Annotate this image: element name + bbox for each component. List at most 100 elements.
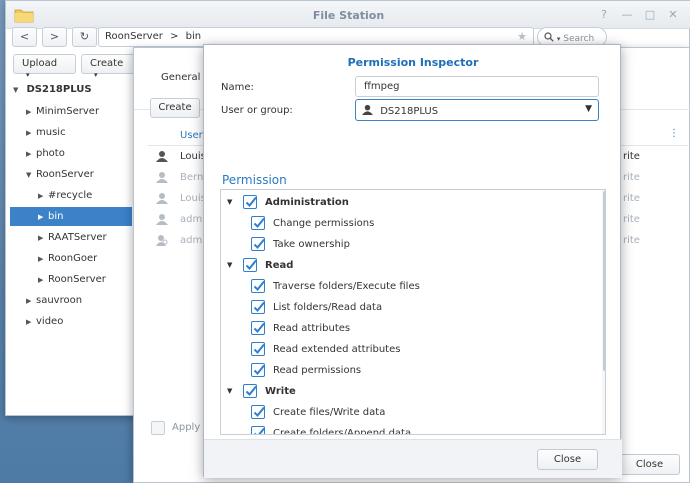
perm-item-label: Read attributes <box>273 323 351 334</box>
perm-item-read-extended-attributes[interactable]: Read extended attributes <box>251 339 591 360</box>
checkbox-checked[interactable] <box>251 342 265 356</box>
close-icon[interactable]: ✕ <box>666 8 680 22</box>
maximize-icon[interactable]: □ <box>643 8 657 22</box>
tree-item-roonserver-sub[interactable]: ▶ RoonServer <box>10 270 132 289</box>
more-icon[interactable]: ⋮ <box>669 128 679 139</box>
star-icon[interactable]: ★ <box>517 30 527 43</box>
user-icon <box>156 193 168 204</box>
row-perm: rite <box>623 151 640 162</box>
chevron-down-icon: ▾ <box>26 71 30 79</box>
minimize-icon[interactable]: — <box>620 8 634 22</box>
expand-arrow-icon[interactable]: ▼ <box>26 166 36 185</box>
expand-arrow-icon[interactable]: ▶ <box>26 145 36 164</box>
expand-arrow-icon[interactable]: ▶ <box>38 229 48 248</box>
checkbox-checked[interactable] <box>251 279 265 293</box>
expand-arrow-icon[interactable]: ▶ <box>26 124 36 143</box>
checkbox-checked[interactable] <box>251 216 265 230</box>
checkbox-checked[interactable] <box>251 237 265 251</box>
permission-inspector-dialog: Permission Inspector Name: ffmpeg User o… <box>203 44 622 478</box>
row-perm: rite <box>623 214 640 225</box>
tree-item-raatserver[interactable]: ▶ RAATServer <box>10 228 132 247</box>
tree-item-video[interactable]: ▶ video <box>10 312 132 331</box>
permission-list[interactable]: ▼ Administration Change permissions Take… <box>220 189 606 435</box>
path-segment[interactable]: RoonServer <box>105 31 163 42</box>
checkbox-checked[interactable] <box>251 321 265 335</box>
tree-root[interactable]: ▼ DS218PLUS <box>10 80 132 99</box>
name-field[interactable]: ffmpeg <box>355 76 599 97</box>
tree-item-music[interactable]: ▶ music <box>10 123 132 142</box>
perm-item-read-attributes[interactable]: Read attributes <box>251 318 591 339</box>
back-button[interactable]: < <box>12 27 37 47</box>
upload-button[interactable]: Upload ▾ <box>13 54 76 79</box>
apply-checkbox[interactable] <box>151 421 165 435</box>
perm-item-label: Create folders/Append data <box>273 428 412 435</box>
tree-label: RoonGoer <box>48 253 98 264</box>
expand-arrow-icon[interactable]: ▼ <box>13 81 23 100</box>
checkbox-checked[interactable] <box>243 258 257 272</box>
tree-label: music <box>36 127 66 138</box>
collapse-arrow-icon[interactable]: ▼ <box>227 192 232 213</box>
tab-general[interactable]: General <box>161 72 200 83</box>
path-segment[interactable]: bin <box>186 31 201 42</box>
expand-arrow-icon[interactable]: ▶ <box>38 187 48 206</box>
tree-item-recycle[interactable]: ▶ #recycle <box>10 186 132 205</box>
collapse-arrow-icon[interactable]: ▼ <box>227 255 232 276</box>
perm-item-create-files[interactable]: Create files/Write data <box>251 402 591 423</box>
name-label: Name: <box>221 82 254 93</box>
user-group-select[interactable]: DS218PLUS ▼ <box>355 99 599 121</box>
perm-item-create-folders[interactable]: Create folders/Append data <box>251 423 591 435</box>
expand-arrow-icon[interactable]: ▶ <box>26 313 36 332</box>
collapse-arrow-icon[interactable]: ▼ <box>227 381 232 402</box>
tree-item-photo[interactable]: ▶ photo <box>10 144 132 163</box>
tree-label: DS218PLUS <box>26 84 92 95</box>
perm-item-read-permissions[interactable]: Read permissions <box>251 360 591 381</box>
create-button[interactable]: Create ▾ <box>81 54 133 79</box>
refresh-button[interactable]: ↻ <box>72 27 97 47</box>
tree-item-roongoer[interactable]: ▶ RoonGoer <box>10 249 132 268</box>
perm-group-label: Read <box>265 260 294 271</box>
expand-arrow-icon[interactable]: ▶ <box>26 292 36 311</box>
tree-item-roonserver[interactable]: ▼ RoonServer <box>10 165 132 184</box>
title-bar: File Station ? — □ ✕ <box>6 1 690 29</box>
perm-item-label: List folders/Read data <box>273 302 383 313</box>
perm-group-write[interactable]: ▼ Write <box>227 381 597 402</box>
inspector-close-button[interactable]: Close <box>537 449 598 470</box>
perm-group-read[interactable]: ▼ Read <box>227 255 597 276</box>
tree-item-minimserver[interactable]: ▶ MinimServer <box>10 102 132 121</box>
checkbox-checked[interactable] <box>243 195 257 209</box>
user-icon <box>156 151 168 162</box>
tree-label: MinimServer <box>36 106 100 117</box>
perm-item-list-folders[interactable]: List folders/Read data <box>251 297 591 318</box>
expand-arrow-icon[interactable]: ▶ <box>26 103 36 122</box>
checkbox-checked[interactable] <box>251 405 265 419</box>
user-icon <box>156 172 168 183</box>
permission-heading: Permission <box>222 173 287 187</box>
properties-close-button[interactable]: Close <box>619 454 680 475</box>
perm-item-traverse[interactable]: Traverse folders/Execute files <box>251 276 591 297</box>
perm-item-change-permissions[interactable]: Change permissions <box>251 213 591 234</box>
perm-group-label: Administration <box>265 197 349 208</box>
user-icon <box>362 104 373 115</box>
expand-arrow-icon[interactable]: ▶ <box>38 250 48 269</box>
perm-item-label: Create files/Write data <box>273 407 386 418</box>
scrollbar-thumb[interactable] <box>603 191 605 371</box>
expand-arrow-icon[interactable]: ▶ <box>38 271 48 290</box>
search-placeholder: Search <box>563 34 595 44</box>
tree-label: RoonServer <box>48 274 106 285</box>
checkbox-checked[interactable] <box>251 300 265 314</box>
checkbox-checked[interactable] <box>243 384 257 398</box>
perm-group-administration[interactable]: ▼ Administration <box>227 192 597 213</box>
column-user[interactable]: User <box>180 130 203 141</box>
create-button[interactable]: Create <box>150 98 200 118</box>
checkbox-checked[interactable] <box>251 426 265 434</box>
row-perm: rite <box>623 172 640 183</box>
perm-item-label: Change permissions <box>273 218 375 229</box>
expand-arrow-icon[interactable]: ▶ <box>38 208 48 227</box>
perm-item-take-ownership[interactable]: Take ownership <box>251 234 591 255</box>
tree-item-bin[interactable]: ▶ bin <box>10 207 132 226</box>
help-icon[interactable]: ? <box>597 8 611 22</box>
tree-item-sauvroon[interactable]: ▶ sauvroon <box>10 291 132 310</box>
dropdown-arrow-icon[interactable]: ▼ <box>585 104 592 114</box>
checkbox-checked[interactable] <box>251 363 265 377</box>
forward-button[interactable]: > <box>42 27 67 47</box>
